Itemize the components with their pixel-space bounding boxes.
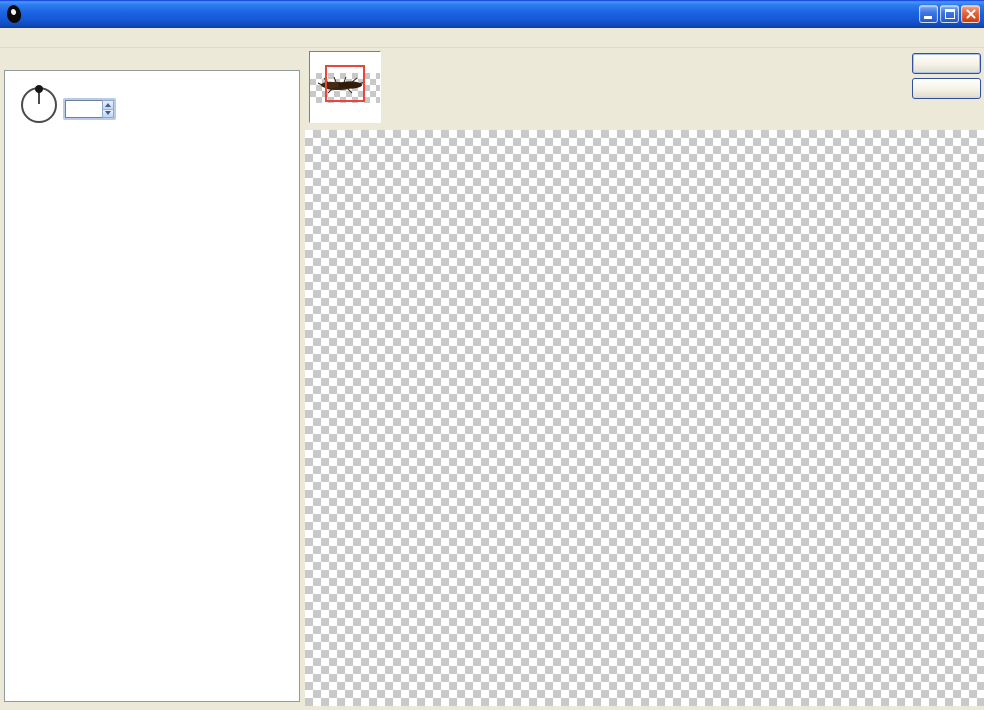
spin-down-button[interactable] [103, 108, 113, 117]
up-arrow-icon [105, 102, 112, 107]
dial-knob[interactable] [35, 85, 43, 93]
close-button[interactable] [961, 5, 980, 23]
title-bar[interactable] [0, 0, 984, 28]
cancel-button[interactable] [912, 78, 981, 99]
maximize-button[interactable] [940, 5, 959, 23]
app-icon [5, 4, 23, 24]
navigator-view-rect[interactable] [325, 65, 365, 102]
ok-button[interactable] [912, 53, 981, 74]
hair-direction-spin [63, 98, 116, 120]
spin-up-button[interactable] [103, 101, 113, 109]
maximize-icon [945, 9, 955, 19]
watermark [45, 451, 305, 453]
animal-fur-dialog: { "window": { "title": "Alien Skin | Eye… [0, 0, 984, 710]
menu-bar [0, 28, 984, 48]
navigator-thumbnail[interactable] [309, 51, 381, 123]
down-arrow-icon [105, 111, 112, 116]
minimize-icon [924, 16, 932, 19]
fur-render [305, 272, 907, 557]
minimize-button[interactable] [919, 5, 938, 23]
hair-direction-dial[interactable] [21, 85, 57, 123]
settings-panel [4, 70, 300, 702]
hair-direction-input[interactable] [65, 100, 103, 118]
preview-canvas[interactable] [305, 130, 984, 706]
